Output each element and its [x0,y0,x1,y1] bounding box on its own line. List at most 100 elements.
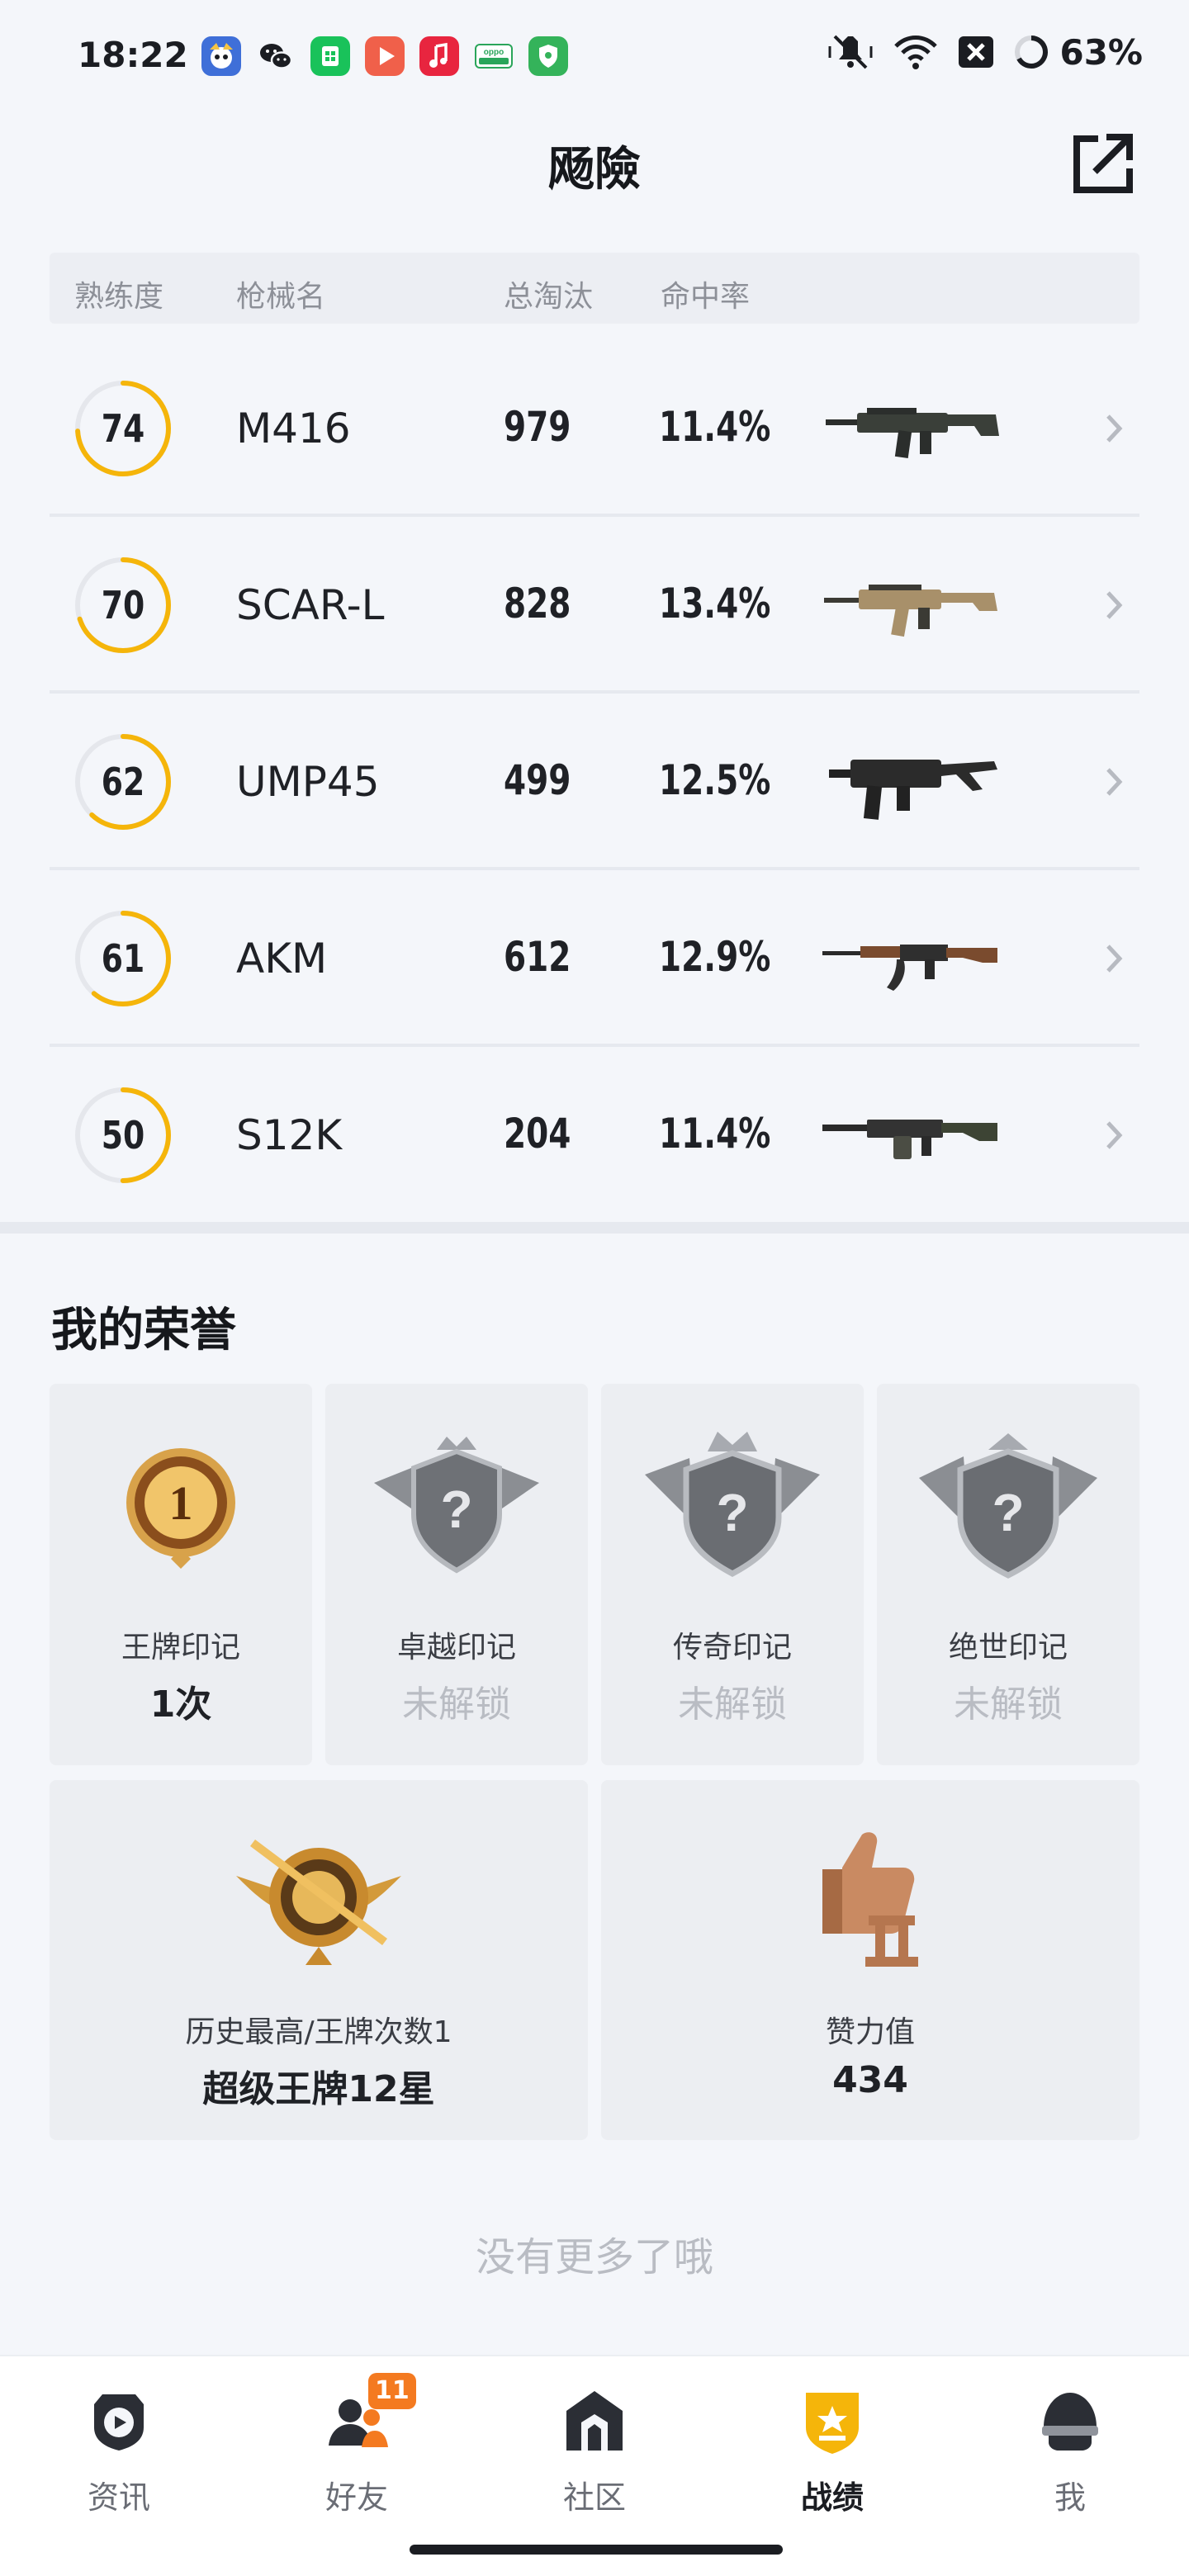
music-app-icon [419,36,459,76]
battery-ring-icon [1015,36,1049,69]
ace-mark-card[interactable]: 1 王牌印记 1次 [50,1384,312,1765]
weapon-row[interactable]: 62 UMP45 499 12.5% [50,694,1139,870]
col-weapon-name: 枪械名 [236,280,326,314]
col-hit-rate: 命中率 [661,280,751,314]
chevron-right-icon [1106,1121,1123,1149]
scar-l-rifle-icon [824,585,997,637]
weapon-kills: 204 [504,1110,571,1158]
tab-community[interactable]: 社区 [476,2356,713,2522]
page-header: 飏險 [0,112,1189,220]
weapon-kills: 612 [504,933,571,981]
home-indicator[interactable] [410,2545,783,2555]
tab-label: 社区 [562,2479,626,2516]
weapon-row[interactable]: 74 M416 979 11.4% [50,340,1139,517]
weapon-hit-rate: 13.4% [659,580,771,627]
status-time: 18:22 [78,35,188,75]
ump45-smg-icon [829,760,997,820]
honor-label: 王牌印记 [121,1631,240,1664]
battery-percent: 63% [1059,31,1143,73]
weapon-table-header: 熟练度 枪械名 总淘汰 命中率 [50,253,1139,324]
weapon-kills: 828 [504,580,571,627]
tab-news[interactable]: 资讯 [0,2356,238,2522]
section-divider [0,1222,1189,1234]
proficiency-value: 61 [101,936,145,981]
weapon-name: SCAR-L [236,581,385,629]
tab-records[interactable]: 战绩 [713,2356,951,2522]
share-external-icon[interactable] [1065,125,1141,201]
honor-label: 绝世印记 [948,1631,1068,1664]
helmet-profile-icon [1042,2393,1098,2451]
history-value: 超级王牌12星 [202,2068,435,2110]
honors-title: 我的荣誉 [51,1304,236,1357]
honor-label: 卓越印记 [396,1631,516,1664]
security-app-icon [528,36,568,76]
col-total-kills: 总淘汰 [504,280,594,314]
honor-value: 1次 [149,1683,212,1726]
svg-text:?: ? [992,1483,1024,1542]
weapon-row[interactable]: 70 SCAR-L 828 13.4% [50,517,1139,694]
weapon-name: UMP45 [236,758,380,806]
svg-text:?: ? [440,1480,472,1539]
col-proficiency: 熟练度 [74,280,164,314]
legend-mark-locked-emblem-icon: ? [645,1432,820,1577]
legend-mark-card[interactable]: ? 传奇印记 未解锁 [601,1384,864,1765]
weapon-name: S12K [236,1111,343,1159]
chevron-right-icon [1106,591,1123,619]
weapon-name: AKM [236,935,328,983]
svg-text:oppo: oppo [484,48,504,57]
tab-label: 我 [1054,2479,1086,2516]
weapon-hit-rate: 12.9% [659,933,771,981]
weapon-kills: 979 [504,403,571,451]
weapon-hit-rate: 11.4% [659,1110,771,1158]
tab-friends[interactable]: 11 好友 [238,2356,476,2522]
peerless-mark-card[interactable]: ? 绝世印记 未解锁 [877,1384,1139,1765]
history-best-card[interactable]: 历史最高/王牌次数1 超级王牌12星 [50,1780,588,2140]
proficiency-value: 74 [101,406,145,451]
status-bar: 18:22 oppo 63% [0,0,1189,112]
tab-me[interactable]: 我 [951,2356,1189,2522]
excellence-mark-locked-emblem-icon: ? [374,1437,539,1574]
page-title: 飏險 [548,143,641,197]
wechat-icon [256,36,296,76]
notification-app-icons: oppo [201,36,568,76]
no-more-text: 没有更多了哦 [475,2234,713,2280]
honor-value: 未解锁 [954,1683,1063,1726]
news-play-icon [94,2394,144,2451]
proficiency-value: 50 [101,1113,145,1158]
wifi-icon [894,36,938,69]
record-shield-icon [806,2393,859,2454]
history-label: 历史最高/王牌次数1 [185,2015,452,2049]
chevron-right-icon [1106,768,1123,796]
chevron-right-icon [1106,414,1123,443]
tab-label: 战绩 [800,2479,864,2516]
video-app-icon [365,36,405,76]
honor-value: 未解锁 [402,1683,511,1726]
weapon-row[interactable]: 50 S12K 204 11.4% [50,1047,1139,1224]
likes-card[interactable]: 赞力值 434 [601,1780,1139,2140]
weapon-hit-rate: 11.4% [659,403,771,451]
chevron-right-icon [1106,945,1123,973]
weapon-hit-rate: 12.5% [659,756,771,804]
s12k-shotgun-icon [822,1120,997,1159]
tab-label: 资讯 [87,2479,150,2516]
excellence-mark-card[interactable]: ? 卓越印记 未解锁 [325,1384,588,1765]
honor-label: 传奇印记 [672,1631,792,1664]
ace-mark-gold-emblem-icon: 1 [126,1448,235,1569]
peerless-mark-locked-emblem-icon: ? [919,1433,1097,1579]
likes-label: 赞力值 [825,2015,915,2049]
super-ace-badge-icon [236,1840,401,1965]
proficiency-value: 62 [101,760,145,804]
thumbs-up-trophy-icon [822,1832,918,1967]
game-app-icon [201,36,241,76]
svg-text:?: ? [716,1483,748,1542]
oppo-app-icon: oppo [474,36,514,76]
status-indicators: 63% [827,31,1143,73]
green-app-icon [310,36,350,76]
bottom-nav: 资讯 11 好友 社区 战绩 我 [0,2355,1189,2576]
tab-label: 好友 [324,2479,388,2516]
mute-vibrate-icon [828,35,873,69]
proficiency-value: 70 [101,583,145,627]
weapon-row[interactable]: 61 AKM 612 12.9% [50,870,1139,1047]
weapon-kills: 499 [504,756,571,804]
community-house-icon [566,2391,623,2451]
